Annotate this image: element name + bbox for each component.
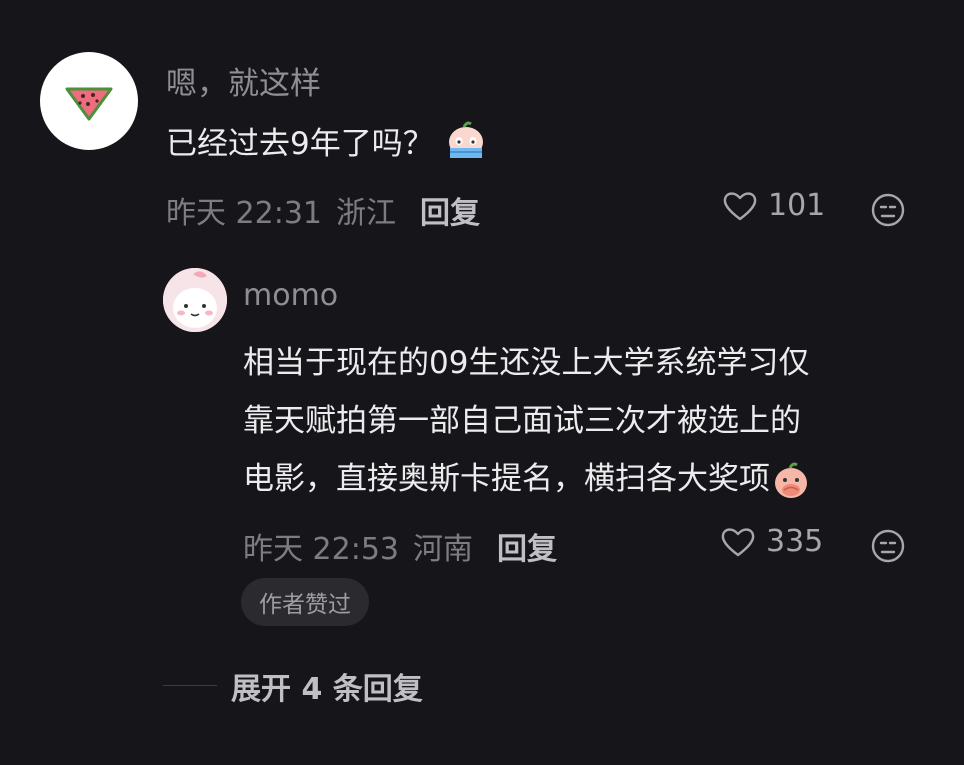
reply-text-line: 电影，直接奥斯卡提名，横扫各大奖项 [243, 450, 933, 508]
comment-text-content: 已经过去9年了吗？ [166, 126, 434, 162]
comment-text: 已经过去9年了吗？ [166, 118, 488, 163]
reply-reply-button[interactable]: 回复 [497, 524, 557, 568]
avatar[interactable] [40, 52, 138, 150]
reply-like-button[interactable]: 335 [720, 524, 823, 559]
comment-location: 浙江 [336, 196, 396, 231]
heart-icon [723, 191, 757, 220]
comment-meta: 昨天 22:31 浙江 回复 [166, 188, 480, 232]
unamused-face-icon [871, 529, 905, 563]
unamused-face-icon [871, 193, 905, 227]
heart-icon [721, 527, 755, 556]
crying-emoji-icon [448, 121, 483, 158]
watermelon-icon [65, 87, 113, 121]
pink-bunny-avatar [163, 268, 227, 332]
like-button[interactable]: 101 [722, 188, 825, 223]
reply-text-line: 相当于现在的09生还没上大学系统学习仅 [243, 345, 810, 381]
reply-dislike-button[interactable] [870, 528, 906, 568]
reply-text: 相当于现在的09生还没上大学系统学习仅 靠天赋拍第一部自己面试三次才被选上的 电… [243, 334, 933, 508]
reply-text-line: 靠天赋拍第一部自己面试三次才被选上的 [243, 403, 801, 439]
reply-username[interactable]: momo [243, 278, 338, 313]
reply-like-count: 335 [766, 524, 824, 559]
divider [163, 685, 217, 686]
reply-time: 昨天 22:53 [243, 532, 399, 567]
comment-username[interactable]: 嗯，就这样 [166, 58, 321, 103]
comment-time: 昨天 22:31 [166, 196, 322, 231]
like-count: 101 [768, 188, 826, 223]
covering-mouth-emoji-icon [775, 462, 807, 498]
reply-button[interactable]: 回复 [420, 188, 480, 232]
author-liked-badge: 作者赞过 [241, 578, 369, 626]
dislike-button[interactable] [870, 192, 906, 232]
reply-text-line-content: 电影，直接奥斯卡提名，横扫各大奖项 [243, 461, 770, 497]
reply-avatar[interactable] [163, 268, 227, 332]
reply-meta: 昨天 22:53 河南 回复 [243, 524, 557, 568]
reply-location: 河南 [413, 532, 473, 567]
expand-replies-button[interactable]: 展开 4 条回复 [231, 664, 423, 708]
